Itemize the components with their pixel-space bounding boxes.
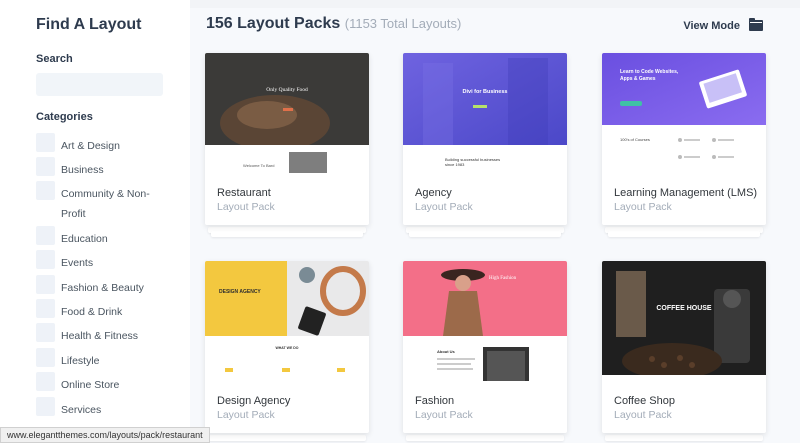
search-input[interactable] bbox=[36, 73, 163, 96]
hero-text: DESIGN AGENCY bbox=[219, 289, 261, 295]
card-body[interactable]: Learn to Code Websites, Apps & Games 100… bbox=[602, 53, 766, 225]
pack-kind: Layout Pack bbox=[217, 201, 275, 213]
hero-text: Only Quality Food bbox=[266, 87, 308, 93]
checkbox[interactable] bbox=[36, 226, 55, 245]
body-text: Welcome To Bard bbox=[243, 163, 275, 168]
pack-name: Coffee Shop bbox=[614, 395, 675, 407]
category-label: Services bbox=[61, 404, 102, 416]
checkbox[interactable] bbox=[36, 323, 55, 342]
lms-thumbnail: Learn to Code Websites, Apps & Games 100… bbox=[602, 53, 766, 173]
checkbox[interactable] bbox=[36, 299, 55, 318]
fashion-thumbnail: High Fashion About Us bbox=[403, 261, 567, 381]
checkbox[interactable] bbox=[36, 157, 55, 176]
checkbox[interactable] bbox=[36, 348, 55, 367]
coffee-shop-thumbnail: COFFEE HOUSE bbox=[602, 261, 766, 381]
pack-kind: Layout Pack bbox=[614, 201, 672, 213]
hero-text: COFFEE HOUSE bbox=[656, 305, 712, 312]
card-body[interactable]: Only Quality Food Welcome To Bard Restau… bbox=[205, 53, 369, 225]
category-label: Health & Fitness bbox=[61, 330, 139, 342]
card-body[interactable]: Divi for Business Building successful bu… bbox=[403, 53, 567, 225]
checkbox[interactable] bbox=[36, 133, 55, 152]
total-layouts: (1153 Total Layouts) bbox=[344, 16, 462, 31]
category-label: Business bbox=[61, 164, 104, 176]
category-label: Lifestyle bbox=[61, 355, 100, 367]
category-label: Events bbox=[61, 257, 94, 269]
agency-thumbnail: Divi for Business Building successful bu… bbox=[403, 53, 567, 173]
body-text: 100's of Courses bbox=[620, 137, 650, 142]
category-label: Art & Design bbox=[61, 140, 120, 152]
folder-icon[interactable] bbox=[749, 18, 763, 31]
hero-text: Divi for Business bbox=[462, 89, 508, 95]
top-strip bbox=[190, 0, 800, 8]
body-text: Building successful businesses since 198… bbox=[445, 157, 501, 167]
categories-label: Categories bbox=[36, 111, 93, 123]
checkbox[interactable] bbox=[36, 275, 55, 294]
pack-kind: Layout Pack bbox=[415, 409, 473, 421]
category-label: Food & Drink bbox=[61, 306, 123, 318]
page-title: 156 Layout Packs (1153 Total Layouts) bbox=[206, 15, 461, 33]
body-text: WHAT WE DO bbox=[275, 346, 299, 350]
view-mode-button[interactable]: View Mode bbox=[683, 20, 740, 32]
pack-kind: Layout Pack bbox=[614, 409, 672, 421]
search-label: Search bbox=[36, 53, 73, 65]
checkbox[interactable] bbox=[36, 181, 55, 200]
filter-sidebar: Find A Layout Search Categories Art & De… bbox=[0, 0, 190, 443]
pack-kind: Layout Pack bbox=[217, 409, 275, 421]
pack-name: Agency bbox=[415, 187, 452, 199]
card-body[interactable]: COFFEE HOUSE Coffee Shop Layout Pack bbox=[602, 261, 766, 433]
checkbox[interactable] bbox=[36, 372, 55, 391]
sidebar-title: Find A Layout bbox=[36, 16, 142, 33]
status-url-bar: www.elegantthemes.com/layouts/pack/resta… bbox=[0, 427, 210, 443]
hero-text: High Fashion bbox=[489, 276, 517, 281]
checkbox[interactable] bbox=[36, 397, 55, 416]
restaurant-thumbnail: Only Quality Food Welcome To Bard bbox=[205, 53, 369, 173]
card-body[interactable]: High Fashion About Us Fashion Layout Pac… bbox=[403, 261, 567, 433]
pack-name: Fashion bbox=[415, 395, 455, 407]
pack-count: 156 Layout Packs bbox=[206, 15, 341, 32]
layout-grid-area: 156 Layout Packs (1153 Total Layouts) Vi… bbox=[190, 0, 800, 443]
hero-text: Learn to Code Websites, Apps & Games bbox=[620, 69, 679, 82]
category-label: Online Store bbox=[61, 379, 120, 391]
pack-name: Learning Management (LMS) bbox=[614, 187, 758, 199]
design-agency-thumbnail: DESIGN AGENCY WHAT WE DO bbox=[205, 261, 369, 381]
category-label: Education bbox=[61, 233, 108, 245]
pack-name: Restaurant bbox=[217, 187, 271, 199]
card-body[interactable]: DESIGN AGENCY WHAT WE DO Design Agency L… bbox=[205, 261, 369, 433]
pack-name: Design Agency bbox=[217, 395, 291, 407]
body-text: About Us bbox=[437, 349, 455, 354]
pack-kind: Layout Pack bbox=[415, 201, 473, 213]
category-label: Community & Non-Profit bbox=[61, 188, 150, 220]
checkbox[interactable] bbox=[36, 250, 55, 269]
category-label: Fashion & Beauty bbox=[61, 282, 144, 294]
